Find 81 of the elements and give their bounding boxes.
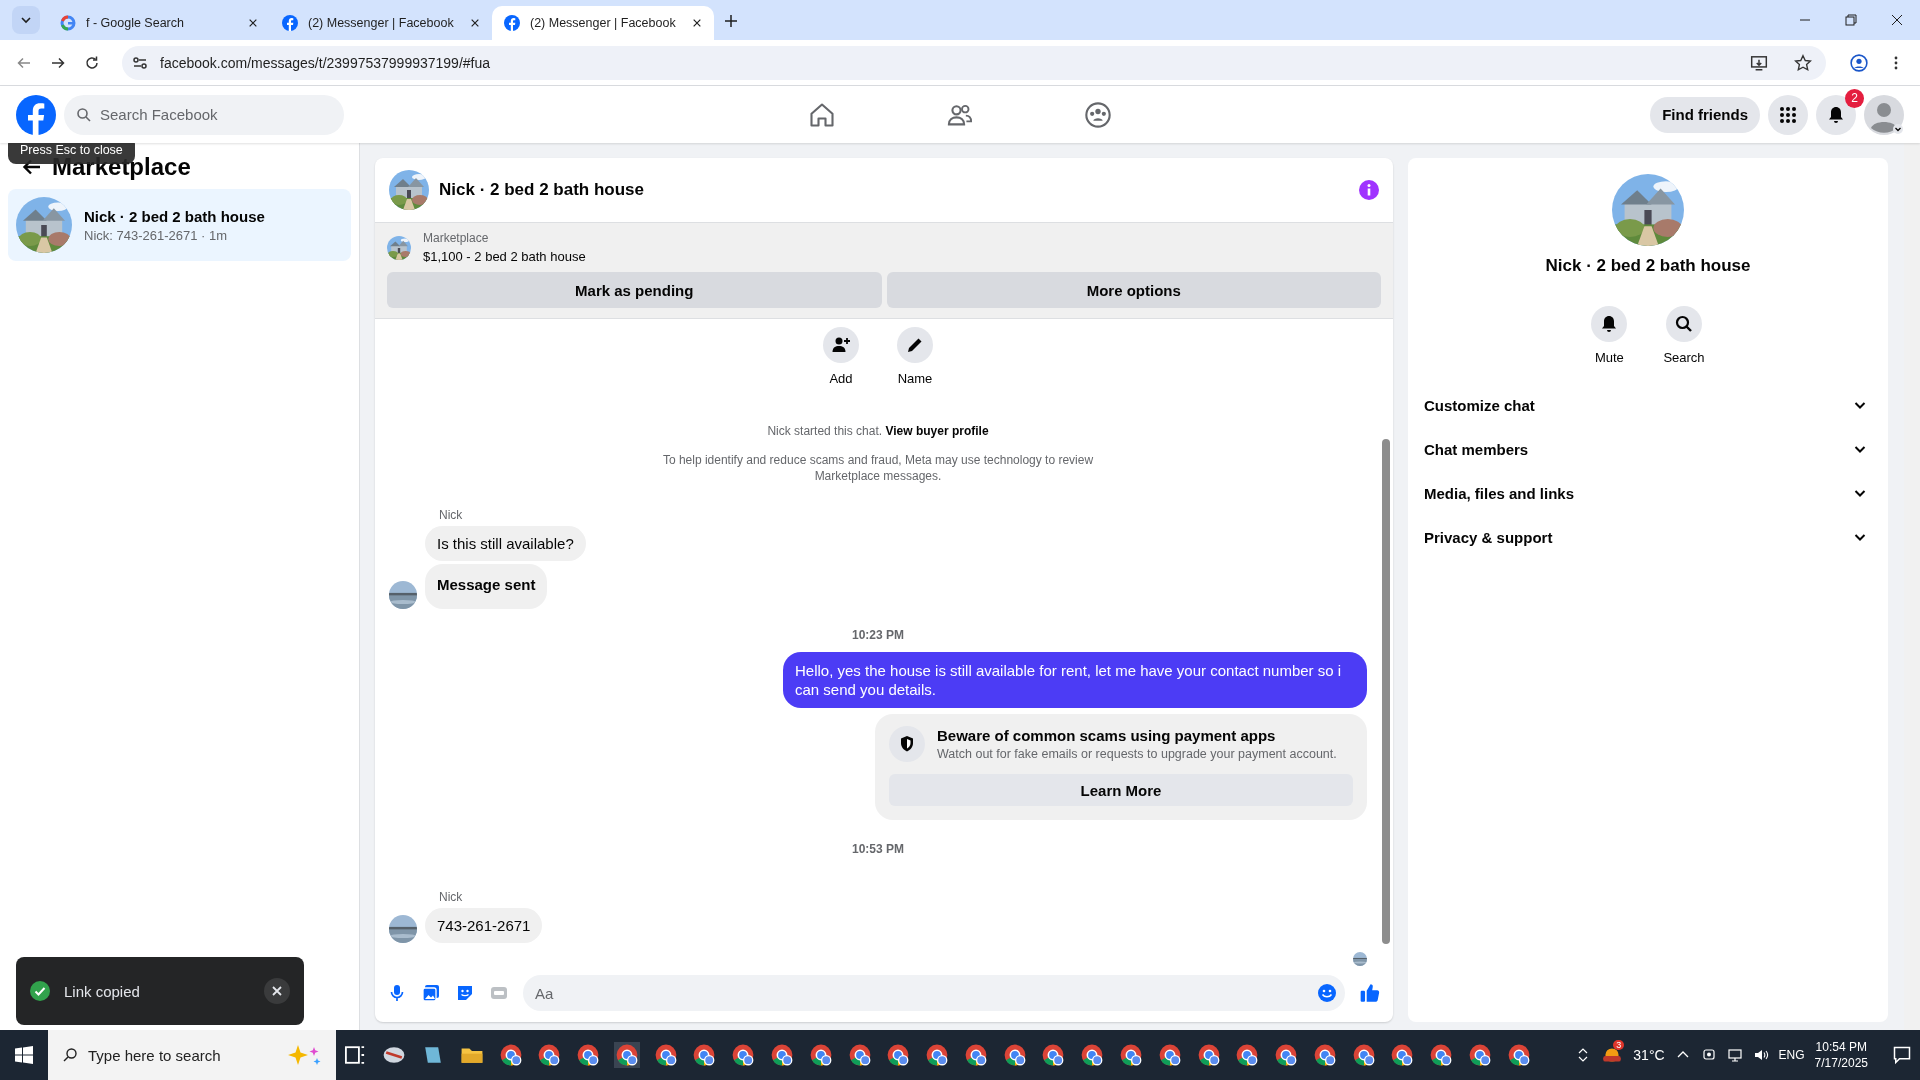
listing-action-button[interactable]: More options [886, 272, 1381, 308]
section-toggle[interactable]: Media, files and links [1424, 471, 1872, 515]
notification-center-icon[interactable] [1892, 1045, 1912, 1065]
browser-tab[interactable]: f - Google Search [48, 6, 270, 40]
chat-notice: Nick started this chat. View buyer profile [767, 424, 989, 438]
close-icon[interactable] [264, 978, 290, 1004]
notification-badge: 2 [1845, 88, 1864, 108]
section-toggle[interactable]: Privacy & support [1424, 515, 1872, 559]
message-bubble: 743-261-2671 [425, 908, 543, 943]
profile-icon[interactable] [1850, 53, 1868, 72]
message-bubble: Message sent [425, 564, 548, 609]
browser-tab[interactable]: (2) Messenger | Facebook [492, 6, 714, 40]
bell-icon [1826, 104, 1846, 125]
search-icon [62, 1047, 78, 1063]
camera-icon[interactable] [1700, 1047, 1717, 1063]
conversation-name: Nick · 2 bed 2 bath house [1545, 256, 1751, 276]
sender-name: Nick [439, 508, 464, 522]
listing-title: $1,100 - 2 bed 2 bath house [423, 249, 586, 264]
listing-label: Marketplace [423, 231, 490, 245]
toast-message: Link copied [64, 982, 141, 1000]
message-bubble: Is this still available? [425, 526, 586, 561]
find-friends-button[interactable]: Find friends [1650, 96, 1760, 133]
thumbs-up-icon[interactable] [1359, 982, 1381, 1004]
browser-tab[interactable]: (2) Messenger | Facebook [270, 6, 492, 40]
search-icon [1674, 314, 1694, 334]
menu-button[interactable] [1768, 94, 1808, 135]
search-field[interactable]: Search Facebook [64, 94, 344, 135]
warning-text: Watch out for fake emails or requests to upgrade your payment account. [937, 747, 1337, 761]
conversation-title: Nick · 2 bed 2 bath house [84, 207, 265, 225]
volume-icon[interactable] [1752, 1047, 1769, 1063]
photo-icon[interactable] [421, 983, 441, 1003]
language-indicator[interactable]: ENG [1778, 1048, 1805, 1062]
install-icon[interactable] [1750, 53, 1768, 72]
sender-name: Nick [439, 890, 464, 904]
site-info-icon[interactable] [132, 54, 148, 71]
buyer-profile-link[interactable]: View buyer profile [885, 424, 989, 438]
disclaimer-text: To help identify and reduce scams and fraud, Meta may use technology to review Marketplace messages. [661, 452, 1095, 484]
browser-app-icon[interactable] [1118, 1042, 1144, 1068]
address-field[interactable]: facebook.com/messages/t/23997537999937199/#fua [122, 45, 1826, 80]
browser-app-icon[interactable] [769, 1042, 795, 1068]
taskbar-search-field[interactable]: Type here to search [48, 1030, 336, 1080]
info-icon[interactable] [1359, 180, 1379, 200]
timestamp: 10:23 PM [852, 628, 904, 642]
quick-action-button[interactable]: Add [817, 327, 865, 386]
scrollbar[interactable] [1379, 319, 1393, 964]
quick-action-button[interactable]: Name [891, 327, 939, 386]
close-tab-icon[interactable] [470, 18, 480, 28]
facebook-icon [504, 15, 520, 31]
conversation-item[interactable]: Nick · 2 bed 2 bath house Nick: 743-261-2671 · 1m [8, 189, 351, 261]
browser-app-icon[interactable] [613, 1042, 640, 1068]
message-field[interactable]: Aa [523, 975, 1345, 1011]
listing-action-button[interactable]: Mark as pending [387, 272, 882, 308]
emoji-icon[interactable] [1317, 983, 1337, 1003]
conversation-preview: Nick: 743-261-2671 · 1m [84, 227, 229, 243]
network-icon[interactable] [1726, 1047, 1743, 1063]
message-bubble: Hello, yes the house is still available for rent, let me have your contact number so i can send you details. [783, 652, 1367, 708]
windows-icon[interactable] [14, 1045, 34, 1065]
logo-icon[interactable] [16, 94, 56, 135]
facebook-icon [282, 15, 298, 31]
chat-title: Nick · 2 bed 2 bath house [439, 180, 645, 200]
close-tab-icon[interactable] [248, 18, 258, 28]
account-avatar-icon[interactable] [1864, 94, 1904, 135]
grid-icon [1778, 104, 1798, 125]
learn-more-button[interactable]: Learn More [889, 774, 1353, 806]
google-icon [60, 15, 76, 31]
page-scrollbar[interactable] [1904, 143, 1920, 1030]
search-icon [76, 106, 92, 123]
sticker-icon[interactable] [455, 983, 475, 1003]
section-toggle[interactable]: Customize chat [1424, 383, 1872, 427]
warning-title: Beware of common scams using payment apps [937, 727, 1277, 744]
close-tab-icon[interactable] [692, 18, 702, 28]
clock[interactable]: 10:54 PM 7/17/2025 [1814, 1040, 1868, 1070]
star-icon[interactable] [1794, 53, 1812, 72]
notifications-button[interactable] [1816, 94, 1856, 135]
group-icon [1084, 100, 1112, 129]
check-icon [30, 981, 50, 1001]
timestamp: 10:53 PM [852, 842, 904, 856]
tab-list-button[interactable] [12, 6, 40, 34]
add-person-icon [831, 335, 851, 355]
new-tab-button[interactable] [724, 14, 738, 28]
section-toggle[interactable]: Chat members [1424, 427, 1872, 471]
